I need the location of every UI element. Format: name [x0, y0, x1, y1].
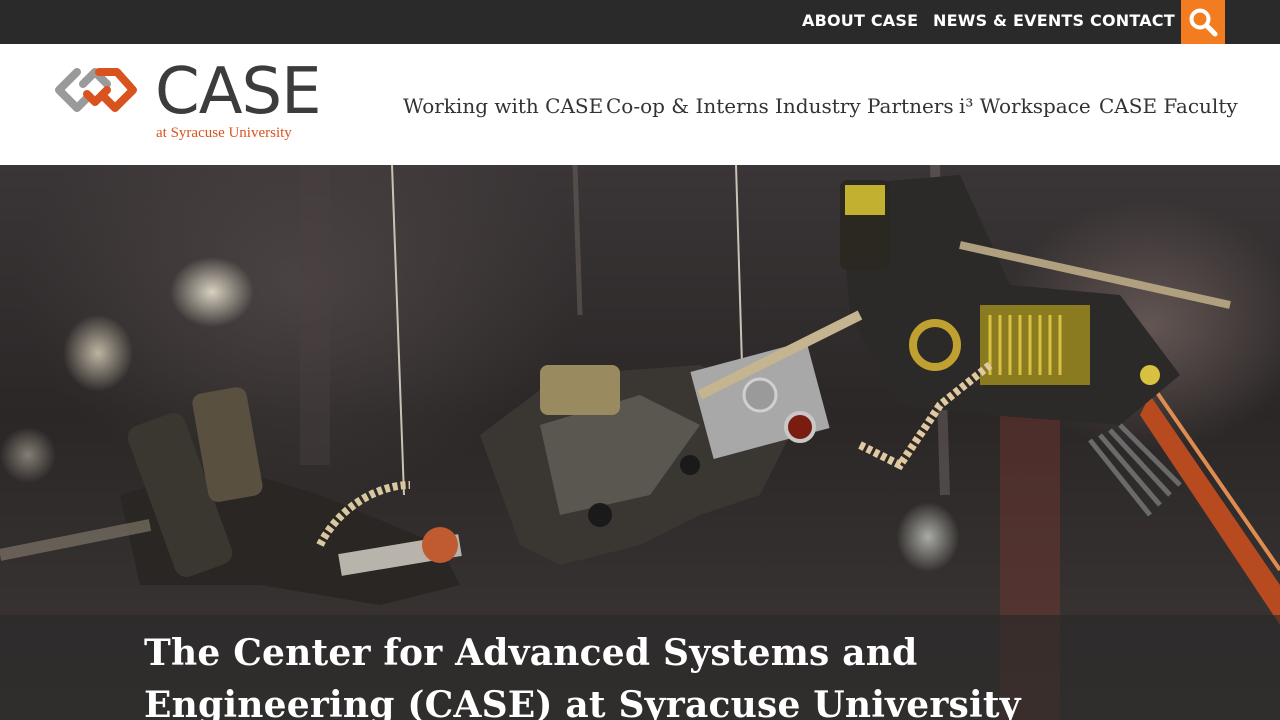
nav-contact[interactable]: CONTACT — [1090, 11, 1175, 33]
nav-case-faculty[interactable]: CASE Faculty — [1099, 94, 1238, 120]
nav-news-events[interactable]: NEWS & EVENTS — [933, 11, 1084, 33]
site-header: CASE at Syracuse University Working with… — [0, 44, 1280, 165]
case-logo[interactable]: CASE at Syracuse University — [55, 60, 322, 148]
nav-industry-partners[interactable]: Industry Partners — [775, 94, 954, 120]
utility-bar: ABOUT CASE NEWS & EVENTS CONTACT — [0, 0, 1280, 44]
logo-wordmark: CASE — [155, 55, 322, 129]
nav-i3-workspace[interactable]: i³ Workspace — [959, 94, 1091, 120]
nav-coop-interns[interactable]: Co-op & Interns — [606, 94, 769, 120]
hero-title: The Center for Advanced Systems and Engi… — [144, 632, 1021, 720]
logo-subtitle: at Syracuse University — [156, 125, 292, 141]
search-icon — [1189, 8, 1218, 37]
interlocking-chain-icon — [55, 68, 137, 112]
nav-working-with-case[interactable]: Working with CASE — [403, 94, 603, 120]
nav-about-case[interactable]: ABOUT CASE — [802, 11, 918, 33]
hero-banner: The Center for Advanced Systems and Engi… — [0, 165, 1280, 720]
search-button[interactable] — [1181, 0, 1225, 44]
